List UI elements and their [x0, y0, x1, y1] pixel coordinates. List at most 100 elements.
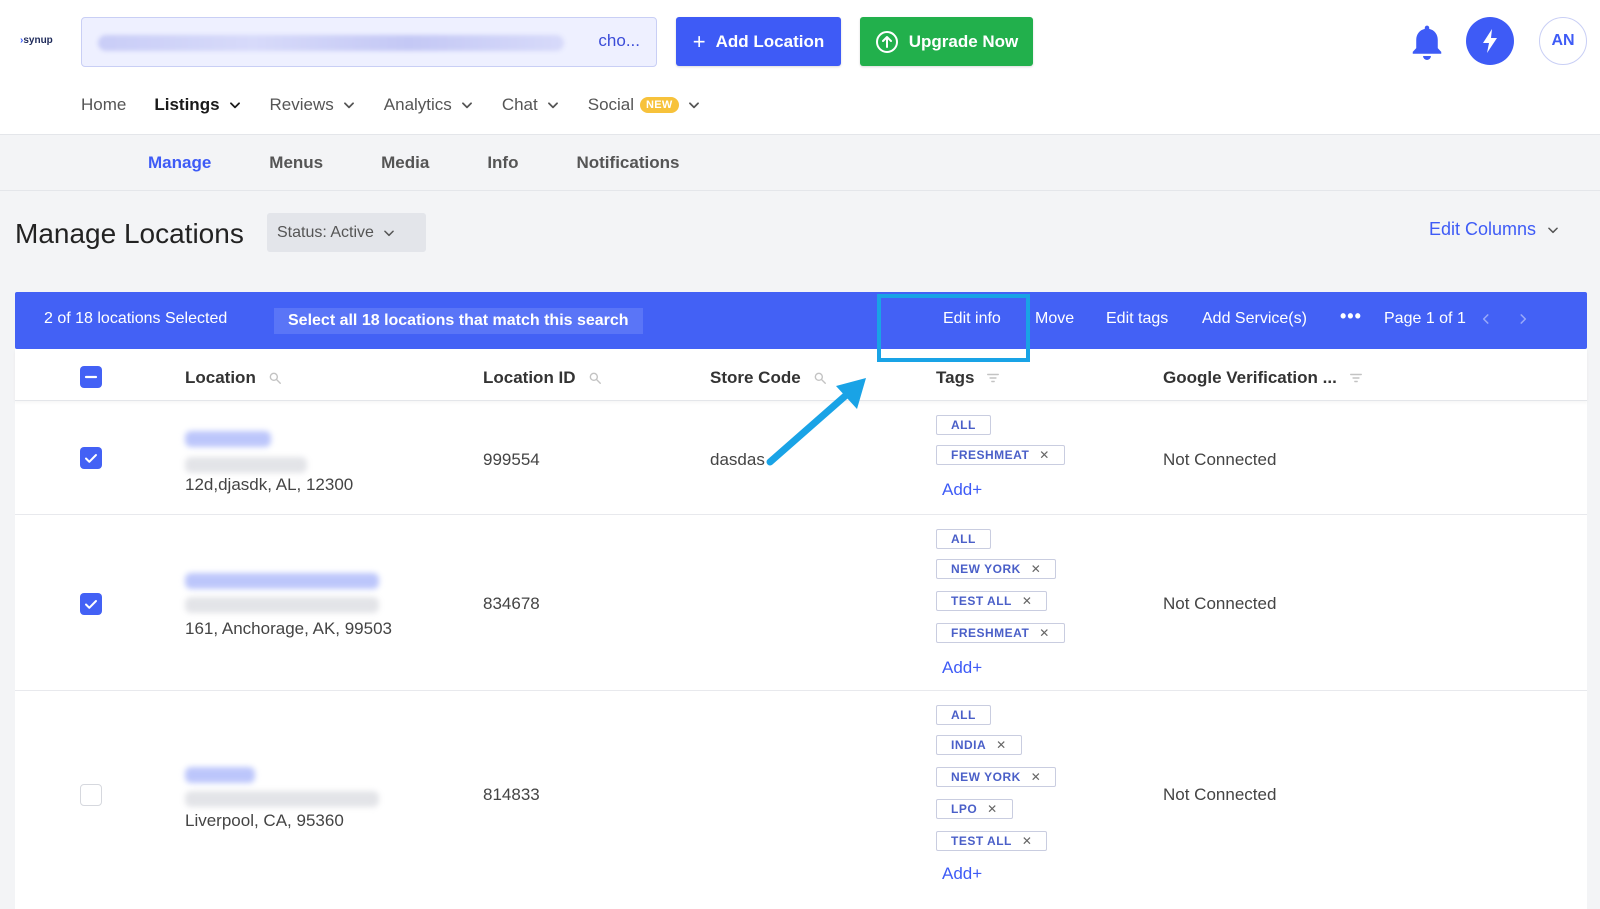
- column-header-google-verification[interactable]: Google Verification ...: [1163, 368, 1363, 388]
- upgrade-now-button[interactable]: Upgrade Now: [860, 17, 1033, 66]
- column-header-location-id[interactable]: Location ID: [483, 368, 602, 388]
- google-verification-status: Not Connected: [1163, 594, 1277, 613]
- close-icon[interactable]: ✕: [1031, 562, 1042, 576]
- tag-chip[interactable]: ALL: [936, 529, 991, 549]
- tag-chip[interactable]: TEST ALL ✕: [936, 591, 1048, 611]
- synup-logo[interactable]: ›synup: [20, 35, 53, 46]
- account-name-blurred: [98, 35, 564, 51]
- nav-item-reviews[interactable]: Reviews: [270, 95, 356, 115]
- tag-chip[interactable]: FRESHMEAT ✕: [936, 445, 1065, 465]
- content-area: Manage Locations Status: Active Edit Col…: [0, 191, 1600, 909]
- close-icon[interactable]: ✕: [987, 802, 998, 816]
- minus-icon: [84, 375, 98, 379]
- status-filter-dropdown[interactable]: Status: Active: [267, 213, 426, 252]
- nav-item-analytics[interactable]: Analytics: [384, 95, 474, 115]
- quick-actions-button[interactable]: [1466, 17, 1514, 65]
- filter-icon[interactable]: [1349, 371, 1363, 385]
- column-header-location[interactable]: Location: [185, 368, 282, 388]
- row-checkbox[interactable]: [80, 447, 102, 469]
- pagination-label: Page 1 of 1: [1384, 310, 1466, 327]
- notification-bell-icon[interactable]: [1408, 22, 1446, 64]
- edit-tags-button[interactable]: Edit tags: [1106, 310, 1168, 328]
- lightning-bolt-icon: [1483, 29, 1497, 53]
- tab-info[interactable]: Info: [487, 153, 518, 173]
- plus-icon: +: [692, 28, 706, 54]
- location-name-blurred[interactable]: [185, 573, 379, 589]
- tab-manage[interactable]: Manage: [148, 153, 211, 173]
- search-icon[interactable]: [588, 371, 602, 385]
- location-street-blurred: [185, 791, 379, 807]
- nav-item-chat[interactable]: Chat: [502, 95, 560, 115]
- selection-bar: 2 of 18 locations Selected Select all 18…: [15, 292, 1587, 349]
- tag-chip[interactable]: NEW YORK ✕: [936, 767, 1057, 787]
- chevron-down-icon: [343, 102, 354, 109]
- location-address: 12d,djasdk, AL, 12300: [185, 475, 354, 494]
- tab-media[interactable]: Media: [381, 153, 429, 173]
- tag-chip[interactable]: FRESHMEAT ✕: [936, 623, 1065, 643]
- google-verification-status: Not Connected: [1163, 785, 1277, 804]
- location-id: 834678: [483, 594, 540, 613]
- top-header: ›synup cho... + Add Location Upgrade Now…: [0, 0, 1600, 134]
- row-checkbox[interactable]: [80, 784, 102, 806]
- tag-chip[interactable]: ALL: [936, 705, 991, 725]
- chevron-down-icon: [384, 229, 394, 236]
- column-header-tags[interactable]: Tags: [936, 368, 1000, 388]
- account-name-tail: cho...: [598, 31, 640, 50]
- location-name-blurred[interactable]: [185, 767, 255, 783]
- location-street-blurred: [185, 597, 379, 613]
- close-icon[interactable]: ✕: [996, 738, 1007, 752]
- add-tag-link[interactable]: Add+: [942, 480, 982, 500]
- close-icon[interactable]: ✕: [1039, 626, 1050, 640]
- select-all-link[interactable]: Select all 18 locations that match this …: [274, 308, 643, 334]
- table-header: Location Location ID Store Code Tags Goo…: [15, 349, 1587, 401]
- location-street-blurred: [185, 457, 307, 473]
- add-services-button[interactable]: Add Service(s): [1202, 310, 1307, 328]
- nav-item-listings[interactable]: Listings: [154, 95, 241, 115]
- tag-chip[interactable]: INDIA ✕: [936, 735, 1022, 755]
- tag-chip[interactable]: ALL: [936, 415, 991, 435]
- add-location-button[interactable]: + Add Location: [676, 17, 841, 66]
- upload-circle-icon: [875, 30, 898, 53]
- store-code: dasdas: [710, 450, 765, 469]
- chevron-left-icon[interactable]: [1479, 312, 1493, 326]
- select-all-checkbox[interactable]: [80, 366, 102, 388]
- nav-item-home[interactable]: Home: [81, 95, 126, 115]
- close-icon[interactable]: ✕: [1022, 594, 1033, 608]
- close-icon[interactable]: ✕: [1022, 834, 1033, 848]
- add-tag-link[interactable]: Add+: [942, 658, 982, 678]
- table-row: 12d,djasdk, AL, 12300 999554 dasdas ALL …: [15, 401, 1587, 515]
- chevron-down-icon: [229, 102, 240, 109]
- sub-nav: Manage Menus Media Info Notifications: [0, 134, 1600, 191]
- row-checkbox[interactable]: [80, 593, 102, 615]
- location-address: Liverpool, CA, 95360: [185, 811, 344, 830]
- column-header-store-code[interactable]: Store Code: [710, 368, 827, 388]
- location-address: 161, Anchorage, AK, 99503: [185, 619, 393, 638]
- move-button[interactable]: Move: [1035, 310, 1074, 328]
- locations-table: Location Location ID Store Code Tags Goo…: [15, 349, 1587, 909]
- search-icon[interactable]: [268, 371, 282, 385]
- chevron-down-icon: [688, 102, 699, 109]
- edit-info-button[interactable]: Edit info: [943, 310, 1001, 328]
- tag-chip[interactable]: TEST ALL ✕: [936, 831, 1048, 851]
- user-avatar[interactable]: AN: [1539, 17, 1587, 65]
- new-badge: NEW: [640, 97, 679, 113]
- chevron-down-icon: [1548, 226, 1558, 233]
- page-title: Manage Locations: [15, 218, 244, 249]
- chevron-down-icon: [547, 102, 558, 109]
- filter-icon[interactable]: [986, 371, 1000, 385]
- tab-menus[interactable]: Menus: [269, 153, 323, 173]
- chevron-right-icon[interactable]: [1516, 312, 1530, 326]
- tab-notifications[interactable]: Notifications: [576, 153, 679, 173]
- add-tag-link[interactable]: Add+: [942, 864, 982, 884]
- tag-chip[interactable]: NEW YORK ✕: [936, 559, 1057, 579]
- edit-columns-button[interactable]: Edit Columns: [1429, 219, 1560, 240]
- account-selector[interactable]: cho...: [81, 17, 712, 67]
- location-name-blurred[interactable]: [185, 431, 271, 447]
- nav-item-social[interactable]: Social NEW: [588, 95, 701, 115]
- close-icon[interactable]: ✕: [1039, 448, 1050, 462]
- search-icon[interactable]: [813, 371, 827, 385]
- tag-chip[interactable]: LPO ✕: [936, 799, 1013, 819]
- more-actions-icon[interactable]: •••: [1340, 306, 1362, 327]
- checkmark-icon: [85, 600, 97, 609]
- close-icon[interactable]: ✕: [1031, 770, 1042, 784]
